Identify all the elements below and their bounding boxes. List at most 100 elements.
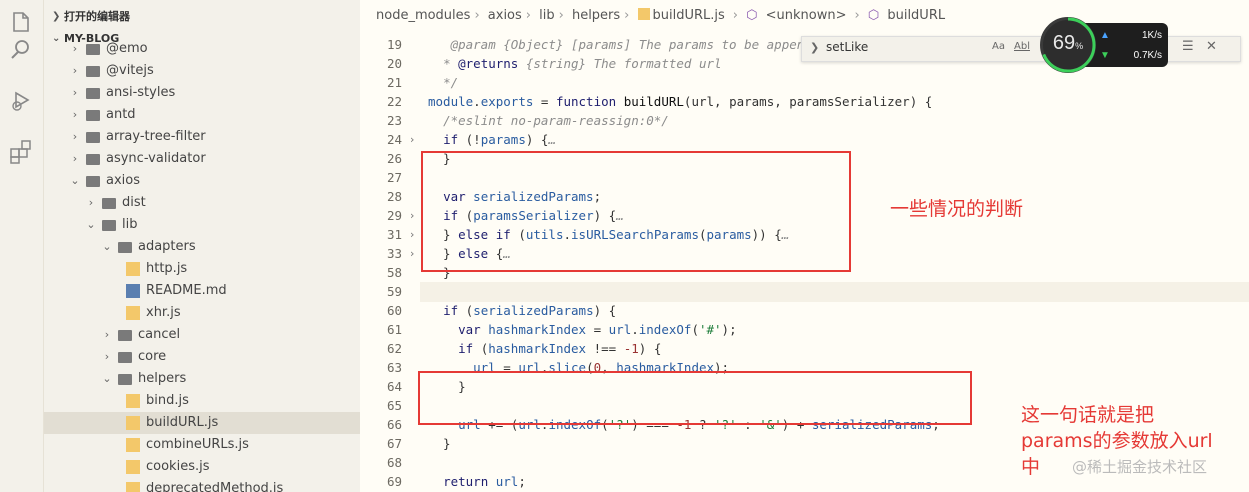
- symbol-icon: ⬡: [746, 8, 758, 23]
- line-number: 59: [386, 284, 402, 299]
- chevron-right-icon: ›: [72, 130, 78, 143]
- tree-item-label: deprecatedMethod.js: [146, 481, 284, 492]
- debug-icon[interactable]: [7, 86, 35, 114]
- tree-item-label: core: [138, 349, 167, 364]
- search-icon[interactable]: [7, 36, 35, 64]
- tree-folder[interactable]: › core: [44, 346, 360, 368]
- tree-folder[interactable]: ⌄ adapters: [44, 236, 360, 258]
- line-number: 33: [386, 246, 402, 261]
- chevron-right-icon: ›: [72, 42, 78, 55]
- line-number: 19: [386, 37, 402, 52]
- breadcrumb-item[interactable]: node_modules: [376, 8, 470, 23]
- tree-file[interactable]: cookies.js: [44, 456, 360, 478]
- tree-folder[interactable]: ⌄ helpers: [44, 368, 360, 390]
- code-line[interactable]: return url;: [428, 472, 526, 491]
- tree-folder[interactable]: › array-tree-filter: [44, 126, 360, 148]
- tree-folder[interactable]: ⌄ axios: [44, 170, 360, 192]
- code-line[interactable]: if (hashmarkIndex !== -1) {: [428, 339, 661, 358]
- find-input[interactable]: setLike: [826, 40, 868, 54]
- code-line[interactable]: * @returns {string} The formatted url: [428, 54, 721, 73]
- explorer-icon[interactable]: [7, 8, 35, 36]
- line-number: 64: [386, 379, 402, 394]
- download-arrow-icon: ▼: [1100, 50, 1110, 61]
- tree-item-label: README.md: [146, 283, 227, 298]
- match-case-toggle[interactable]: Aa: [992, 41, 1005, 52]
- explorer-sidebar: ❯ 打开的编辑器 ⌄ MY-BLOG › @emo › @vitejs › ansi-st…: [44, 0, 360, 492]
- code-line[interactable]: module.exports = function buildURL(url, …: [428, 92, 932, 111]
- line-number: 23: [386, 113, 402, 128]
- vscode-window: ❯ 打开的编辑器 ⌄ MY-BLOG › @emo › @vitejs › ansi-st…: [0, 0, 1249, 492]
- line-number: 60: [386, 303, 402, 318]
- gauge-percent: 69: [1052, 32, 1076, 54]
- js-file-icon: [126, 438, 140, 452]
- tree-file[interactable]: buildURL.js: [44, 412, 360, 434]
- fold-chevron-icon[interactable]: ›: [410, 244, 414, 263]
- breadcrumb-file-label: buildURL.js: [652, 8, 725, 23]
- extensions-icon[interactable]: [7, 138, 35, 166]
- code-line[interactable]: @param {Object} [params] The params to b…: [428, 35, 827, 54]
- folder-icon: [118, 242, 132, 253]
- tree-item-label: array-tree-filter: [106, 129, 206, 144]
- network-monitor-widget: ▲ 1K/s ▼ 0.7K/s 69%: [1040, 17, 1240, 73]
- annotation-text-line3: 中: [1021, 456, 1041, 478]
- tree-item-label: axios: [106, 173, 140, 188]
- tree-file[interactable]: README.md: [44, 280, 360, 302]
- fold-chevron-icon[interactable]: ›: [410, 130, 414, 149]
- breadcrumb-item[interactable]: ⬡ buildURL: [868, 8, 949, 23]
- annotation-text-condition: 一些情况的判断: [890, 198, 1024, 220]
- tree-folder[interactable]: › ansi-styles: [44, 82, 360, 104]
- tree-file[interactable]: http.js: [44, 258, 360, 280]
- js-file-icon: [637, 8, 650, 20]
- breadcrumb-item[interactable]: axios: [488, 8, 522, 23]
- markdown-file-icon: [126, 284, 140, 298]
- code-line[interactable]: }: [428, 434, 451, 453]
- folder-icon: [86, 176, 100, 187]
- fold-chevron-icon[interactable]: ›: [410, 206, 414, 225]
- line-number: 68: [386, 455, 402, 470]
- line-number: 63: [386, 360, 402, 375]
- gauge-percent-sign: %: [1075, 41, 1084, 51]
- open-editors-header[interactable]: ❯ 打开的编辑器: [44, 6, 360, 28]
- chevron-down-icon: ⌄: [102, 372, 112, 385]
- code-line[interactable]: if (serializedParams) {: [428, 301, 616, 320]
- line-number: 29: [386, 208, 402, 223]
- code-line[interactable]: */: [428, 73, 458, 92]
- tree-file[interactable]: deprecatedMethod.js: [44, 478, 360, 492]
- folder-icon: [118, 374, 132, 385]
- breadcrumb-file[interactable]: buildURL.js: [637, 8, 729, 23]
- whole-word-toggle[interactable]: Abl: [1014, 41, 1030, 52]
- breadcrumb-item[interactable]: helpers: [572, 8, 620, 23]
- breadcrumb-item[interactable]: lib: [539, 8, 554, 23]
- toggle-replace-icon[interactable]: ❯: [810, 41, 819, 54]
- code-line[interactable]: var hashmarkIndex = url.indexOf('#');: [428, 320, 737, 339]
- download-speed: 0.7K/s: [1133, 50, 1162, 61]
- activity-bar: [0, 0, 44, 492]
- tree-folder[interactable]: › cancel: [44, 324, 360, 346]
- code-line[interactable]: /*eslint no-param-reassign:0*/: [428, 111, 669, 130]
- tree-item-label: dist: [122, 195, 146, 210]
- function-icon: ⬡: [867, 8, 880, 23]
- tree-file[interactable]: xhr.js: [44, 302, 360, 324]
- line-number: 61: [386, 322, 402, 337]
- tree-folder[interactable]: › async-validator: [44, 148, 360, 170]
- tree-item-label: @vitejs: [106, 63, 154, 78]
- line-number: 31: [386, 227, 402, 242]
- annotation-box-url-line: [418, 371, 972, 425]
- chevron-right-icon: ❯: [52, 11, 61, 22]
- chevron-down-icon: ⌄: [102, 240, 112, 253]
- tree-folder[interactable]: › antd: [44, 104, 360, 126]
- tree-folder[interactable]: › dist: [44, 192, 360, 214]
- tree-file[interactable]: combineURLs.js: [44, 434, 360, 456]
- code-line[interactable]: if (!params) {…: [428, 130, 556, 149]
- chevron-down-icon: ⌄: [70, 174, 80, 187]
- memory-gauge: 69%: [1040, 17, 1096, 73]
- tree-folder[interactable]: › @vitejs: [44, 60, 360, 82]
- tree-folder[interactable]: › @emo: [44, 38, 360, 60]
- tree-item-label: cancel: [138, 327, 181, 342]
- breadcrumb-item[interactable]: ⬡ <unknown>: [746, 8, 850, 23]
- chevron-right-icon: ›: [88, 196, 94, 209]
- line-number: 28: [386, 189, 402, 204]
- tree-folder[interactable]: ⌄ lib: [44, 214, 360, 236]
- tree-file[interactable]: bind.js: [44, 390, 360, 412]
- fold-chevron-icon[interactable]: ›: [410, 225, 414, 244]
